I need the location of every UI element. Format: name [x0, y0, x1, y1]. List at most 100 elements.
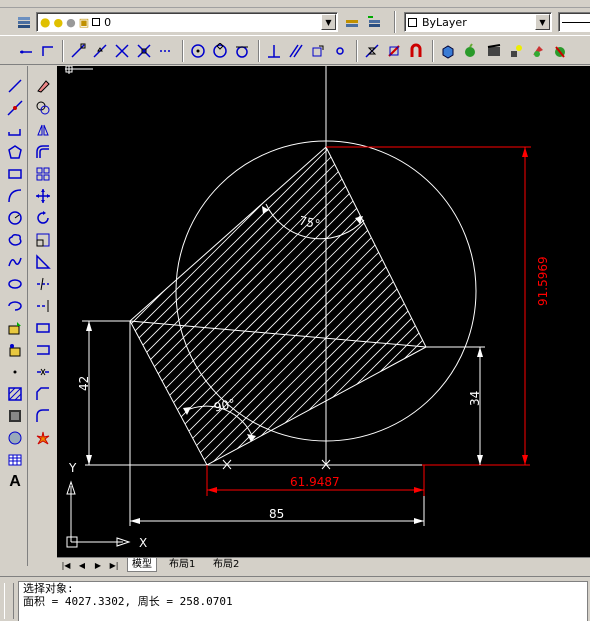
make-current-layer-icon[interactable] [342, 12, 362, 32]
break-icon[interactable] [32, 318, 54, 338]
hatch-line [130, 147, 426, 465]
table-icon[interactable] [4, 450, 26, 470]
toolbar-separator [356, 40, 358, 62]
hatch-icon[interactable] [4, 384, 26, 404]
rotate-icon[interactable] [32, 208, 54, 228]
hatch-line [494, 146, 590, 557]
first-tab-button[interactable]: |◀ [59, 559, 73, 572]
drawing-canvas[interactable]: 75° 90° 42 34 91.5969 61.9487 85 Y X [57, 65, 590, 557]
snap-quadrant-icon[interactable] [210, 41, 230, 61]
snap-from-icon[interactable] [38, 41, 58, 61]
move-icon[interactable] [32, 186, 54, 206]
snap-node-icon[interactable] [330, 41, 350, 61]
snap-parallel-icon[interactable] [286, 41, 306, 61]
construction-line-icon[interactable] [4, 98, 26, 118]
chevron-down-icon[interactable]: ▼ [535, 14, 550, 30]
command-window-gripper[interactable] [4, 583, 14, 619]
snap-intersection-icon[interactable] [112, 41, 132, 61]
ellipse-arc-icon[interactable] [4, 296, 26, 316]
snap-endpoint-icon[interactable] [68, 41, 88, 61]
tab-layout1[interactable]: 布局1 [165, 558, 199, 572]
hatch-line [472, 146, 590, 557]
render-icon[interactable] [438, 41, 458, 61]
temp-track-point-icon[interactable] [16, 41, 36, 61]
hatch-line [130, 147, 310, 465]
render-preferences-icon[interactable] [550, 41, 570, 61]
region-icon[interactable] [4, 428, 26, 448]
chamfer-icon[interactable] [32, 384, 54, 404]
hatch-line [339, 147, 426, 465]
revision-cloud-icon[interactable] [4, 230, 26, 250]
prev-tab-button[interactable]: ◀ [75, 559, 89, 572]
next-tab-button[interactable]: ▶ [91, 559, 105, 572]
extend-icon[interactable] [32, 296, 54, 316]
tab-layout2[interactable]: 布局2 [209, 558, 243, 572]
color-combo[interactable]: ByLayer ▼ [404, 12, 552, 32]
erase-icon[interactable] [32, 76, 54, 96]
background-icon[interactable] [528, 41, 548, 61]
fillet-icon[interactable] [32, 406, 54, 426]
layer-combo[interactable]: ● ● ● ▣ 0 ▼ [36, 12, 338, 32]
trim-icon[interactable] [32, 274, 54, 294]
osnap-settings-icon[interactable] [406, 41, 426, 61]
make-block-icon[interactable] [4, 340, 26, 360]
hatch-line [505, 146, 590, 557]
gradient-icon[interactable] [4, 406, 26, 426]
polygon-icon[interactable] [4, 142, 26, 162]
mirror-icon[interactable] [32, 120, 54, 140]
snap-center-icon[interactable] [188, 41, 208, 61]
offset-icon[interactable] [32, 142, 54, 162]
last-tab-button[interactable]: ▶| [107, 559, 121, 572]
hatch-line [130, 147, 426, 465]
snap-none-icon[interactable] [384, 41, 404, 61]
layer-name: 0 [104, 15, 112, 29]
hatch-line [163, 147, 426, 465]
diagonal-line[interactable] [129, 320, 427, 348]
snap-insert-icon[interactable] [308, 41, 328, 61]
color-swatch-icon [92, 18, 101, 26]
spline-icon[interactable] [4, 252, 26, 272]
hatch-line [130, 147, 288, 465]
color-swatch-icon [408, 17, 417, 27]
hatch-line [130, 147, 426, 465]
snap-perpendicular-icon[interactable] [264, 41, 284, 61]
snap-extension-icon[interactable] [156, 41, 176, 61]
materials-icon[interactable] [460, 41, 480, 61]
snap-apparent-intersection-icon[interactable] [134, 41, 154, 61]
color-combo-value: ByLayer [422, 15, 467, 29]
break-at-point-icon[interactable] [32, 340, 54, 360]
rectangle-icon[interactable] [4, 164, 26, 184]
command-history[interactable]: 选择对象: 面积 = 4027.3302, 周长 = 258.0701 [18, 581, 588, 621]
scene-icon[interactable] [484, 41, 504, 61]
tab-model[interactable]: 模型 [127, 558, 157, 572]
join-icon[interactable] [32, 362, 54, 382]
arc-icon[interactable] [4, 186, 26, 206]
hatch-line [130, 147, 244, 465]
snap-tangent-icon[interactable] [232, 41, 252, 61]
circle-icon[interactable] [4, 208, 26, 228]
layer-previous-icon[interactable] [364, 12, 384, 32]
hatch-line [130, 147, 211, 465]
array-icon[interactable] [32, 164, 54, 184]
point-icon[interactable] [4, 362, 26, 382]
mtext-icon[interactable]: A [4, 472, 26, 492]
polyline-icon[interactable] [4, 120, 26, 140]
layer-manager-icon[interactable] [14, 12, 34, 32]
quadrilateral-entity[interactable] [129, 146, 427, 466]
hatch-line [527, 146, 590, 557]
chevron-down-icon[interactable]: ▼ [321, 14, 336, 30]
hatch-line [141, 147, 426, 465]
insert-block-icon[interactable] [4, 318, 26, 338]
snap-midpoint-icon[interactable] [90, 41, 110, 61]
snap-nearest-icon[interactable] [362, 41, 382, 61]
line-icon[interactable] [4, 76, 26, 96]
ellipse-icon[interactable] [4, 274, 26, 294]
explode-icon[interactable] [32, 428, 54, 448]
ucs-y-label: Y [68, 461, 77, 475]
drawing-svg: 75° 90° 42 34 91.5969 61.9487 85 Y X [65, 65, 590, 557]
lights-icon[interactable] [506, 41, 526, 61]
copy-icon[interactable] [32, 98, 54, 118]
stretch-icon[interactable] [32, 252, 54, 272]
linetype-combo[interactable] [558, 12, 590, 32]
scale-icon[interactable] [32, 230, 54, 250]
